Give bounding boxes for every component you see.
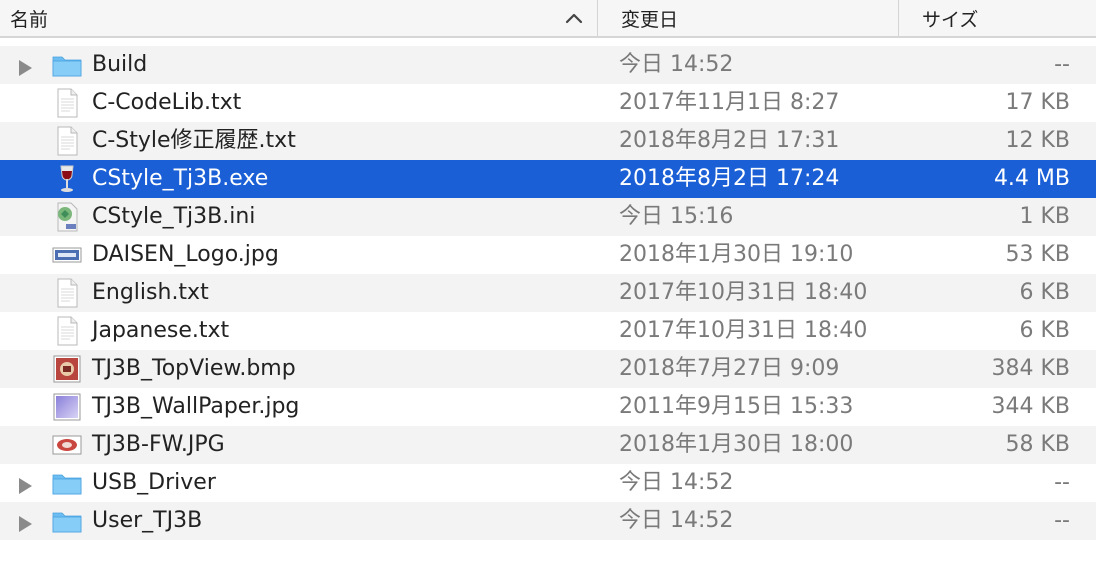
folder-icon <box>52 506 82 536</box>
file-date: 2018年1月30日 18:00 <box>619 432 854 457</box>
column-header-bar: 名前 変更日 サイズ <box>0 0 1096 38</box>
photo-image-icon <box>52 430 82 460</box>
file-row[interactable]: TJ3B-FW.JPG 2018年1月30日 18:00 58 KB <box>0 426 1096 464</box>
file-size: -- <box>1054 508 1070 533</box>
file-size: 58 KB <box>1005 432 1070 457</box>
column-header-date[interactable]: 変更日 <box>599 0 899 36</box>
file-row[interactable]: DAISEN_Logo.jpg 2018年1月30日 19:10 53 KB <box>0 236 1096 274</box>
file-name: Build <box>92 52 148 77</box>
file-size: 344 KB <box>991 394 1070 419</box>
text-file-icon <box>52 316 82 346</box>
file-size: 6 KB <box>1019 318 1070 343</box>
file-name: User_TJ3B <box>92 508 203 533</box>
file-size: 53 KB <box>1005 242 1070 267</box>
file-date: 2017年10月31日 18:40 <box>619 280 868 305</box>
file-date: 2018年7月27日 9:09 <box>619 356 840 381</box>
file-name: CStyle_Tj3B.ini <box>92 204 256 229</box>
file-name: DAISEN_Logo.jpg <box>92 242 279 267</box>
file-size: 17 KB <box>1005 90 1070 115</box>
file-size: -- <box>1054 470 1070 495</box>
file-row[interactable]: Build 今日 14:52 -- <box>0 46 1096 84</box>
file-date: 今日 15:16 <box>619 204 734 229</box>
disclosure-triangle-icon[interactable] <box>17 513 33 532</box>
file-row[interactable]: USB_Driver 今日 14:52 -- <box>0 464 1096 502</box>
file-date: 今日 14:52 <box>619 508 734 533</box>
folder-icon <box>52 50 82 80</box>
column-header-size-label: サイズ <box>922 8 979 31</box>
file-name: TJ3B-FW.JPG <box>92 432 225 457</box>
text-file-icon <box>52 126 82 156</box>
file-date: 今日 14:52 <box>619 470 734 495</box>
finder-list-view: 名前 変更日 サイズ Build 今日 14:52 -- C-CodeLib.txt 2… <box>0 0 1096 568</box>
wallpaper-image-icon <box>52 392 82 422</box>
file-name: TJ3B_TopView.bmp <box>92 356 296 381</box>
column-header-name[interactable]: 名前 <box>0 0 598 36</box>
folder-icon <box>52 468 82 498</box>
file-date: 2017年10月31日 18:40 <box>619 318 868 343</box>
logo-image-icon <box>52 240 82 270</box>
file-size: 12 KB <box>1005 128 1070 153</box>
text-file-icon <box>52 278 82 308</box>
file-size: 1 KB <box>1019 204 1070 229</box>
file-name: USB_Driver <box>92 470 216 495</box>
file-row[interactable]: CStyle_Tj3B.ini 今日 15:16 1 KB <box>0 198 1096 236</box>
file-date: 2017年11月1日 8:27 <box>619 90 840 115</box>
file-row[interactable]: C-Style修正履歴.txt 2018年8月2日 17:31 12 KB <box>0 122 1096 160</box>
settings-file-icon <box>52 202 82 232</box>
sort-ascending-icon <box>565 13 583 24</box>
file-name: Japanese.txt <box>92 318 230 343</box>
file-row[interactable]: C-CodeLib.txt 2017年11月1日 8:27 17 KB <box>0 84 1096 122</box>
file-size: 4.4 MB <box>993 166 1070 191</box>
file-date: 2011年9月15日 15:33 <box>619 394 854 419</box>
file-name: C-CodeLib.txt <box>92 90 242 115</box>
file-row[interactable]: TJ3B_TopView.bmp 2018年7月27日 9:09 384 KB <box>0 350 1096 388</box>
file-row[interactable]: English.txt 2017年10月31日 18:40 6 KB <box>0 274 1096 312</box>
file-name: TJ3B_WallPaper.jpg <box>92 394 300 419</box>
file-list: Build 今日 14:52 -- C-CodeLib.txt 2017年11月1日 8… <box>0 46 1096 540</box>
file-date: 今日 14:52 <box>619 52 734 77</box>
file-size: 384 KB <box>991 356 1070 381</box>
column-header-date-label: 変更日 <box>621 8 679 31</box>
file-size: -- <box>1054 52 1070 77</box>
file-name: English.txt <box>92 280 209 305</box>
file-row[interactable]: CStyle_Tj3B.exe 2018年8月2日 17:24 4.4 MB <box>0 160 1096 198</box>
file-row[interactable]: Japanese.txt 2017年10月31日 18:40 6 KB <box>0 312 1096 350</box>
file-size: 6 KB <box>1019 280 1070 305</box>
disclosure-triangle-icon[interactable] <box>17 475 33 494</box>
disclosure-triangle-icon[interactable] <box>17 57 33 76</box>
column-header-name-label: 名前 <box>10 8 49 31</box>
file-date: 2018年1月30日 19:10 <box>619 242 854 267</box>
robot-image-icon <box>52 354 82 384</box>
file-row[interactable]: User_TJ3B 今日 14:52 -- <box>0 502 1096 540</box>
column-header-size[interactable]: サイズ <box>900 0 1096 36</box>
wine-glass-icon <box>52 164 82 194</box>
text-file-icon <box>52 88 82 118</box>
file-name: CStyle_Tj3B.exe <box>92 166 269 191</box>
file-date: 2018年8月2日 17:24 <box>619 166 840 191</box>
file-date: 2018年8月2日 17:31 <box>619 128 840 153</box>
file-row[interactable]: TJ3B_WallPaper.jpg 2011年9月15日 15:33 344 KB <box>0 388 1096 426</box>
file-name: C-Style修正履歴.txt <box>92 128 296 153</box>
